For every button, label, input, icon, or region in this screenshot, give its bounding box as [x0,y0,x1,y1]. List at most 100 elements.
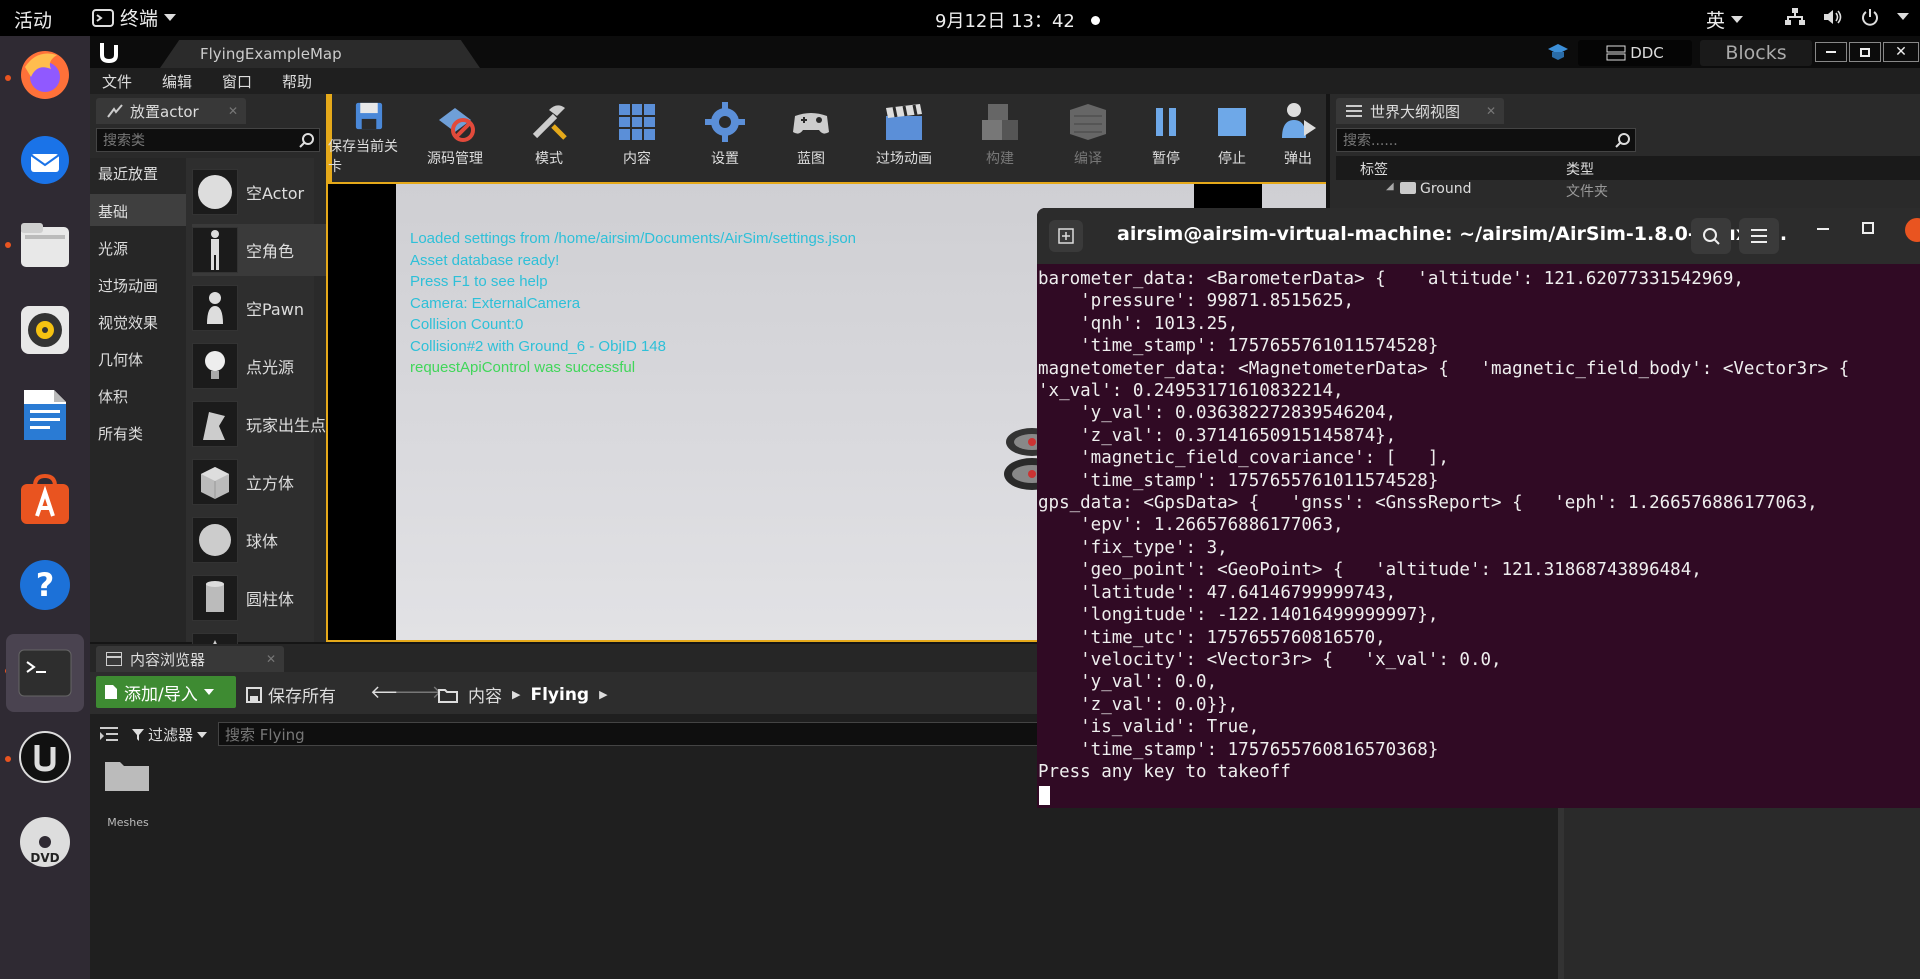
folder-meshes[interactable]: Meshes [98,758,158,838]
running-indicator [5,242,11,248]
app-menu[interactable]: 终端 [92,4,177,31]
close-tab-icon[interactable]: ✕ [266,652,276,666]
chevron-down-icon [164,13,177,21]
category-lights[interactable]: 光源 [98,238,128,259]
breadcrumb-content[interactable]: 内容 [468,682,502,707]
save-level-button[interactable]: 保存当前关卡 [328,96,410,176]
cylinder-thumb-icon [192,575,238,621]
menu-edit[interactable]: 编辑 [162,71,192,92]
cinematics-button[interactable]: 过场动画 [856,96,952,176]
unreal-icon[interactable] [14,726,76,788]
unreal-logo-icon [100,43,118,64]
system-menu[interactable] [1785,8,1909,26]
menu-file[interactable]: 文件 [102,71,132,92]
eject-button[interactable]: 弹出 [1268,96,1328,176]
blueprints-button[interactable]: 蓝图 [776,96,846,176]
folder-open-icon[interactable] [438,687,458,703]
terminal-line: Press any key to takeoff [1038,761,1291,782]
ue-menu-bar: 文件 编辑 窗口 帮助 [90,68,1920,94]
dvd-icon[interactable]: DVD [14,811,76,873]
input-method-indicator[interactable]: 英 [1706,6,1744,33]
terminal-menu-button[interactable] [1739,218,1779,254]
learn-icon[interactable] [1547,42,1569,62]
place-item-label: 圆柱体 [246,590,295,609]
content-browser-tab[interactable]: 内容浏览器 ✕ [96,646,284,672]
content-button[interactable]: 内容 [602,96,672,176]
maximize-button[interactable] [1849,42,1881,62]
close-button[interactable]: ✕ [1883,42,1919,62]
running-indicator [5,75,11,81]
pause-button[interactable]: 暂停 [1136,96,1196,176]
category-visual-effects[interactable]: 视觉效果 [98,312,158,333]
breadcrumb-separator-icon[interactable]: ▶ [512,688,520,701]
terminal-line: 'is_valid': True, [1038,717,1260,738]
stop-button[interactable]: 停止 [1202,96,1262,176]
rhythmbox-icon[interactable] [14,299,76,361]
terminal-line: 'z_val': 0.0}}, [1038,694,1239,715]
expand-arrow-icon[interactable]: ◢ [1386,181,1394,192]
place-actors-title: 放置actor [130,102,199,121]
column-type-header[interactable]: 类型 [1566,159,1594,179]
clock[interactable]: 9月12日 13：42 [935,7,1100,33]
menu-window[interactable]: 窗口 [222,71,252,92]
menu-help[interactable]: 帮助 [282,71,312,92]
category-geometry[interactable]: 几何体 [98,349,143,370]
notification-dot [1090,15,1100,25]
category-cinematic[interactable]: 过场动画 [98,275,158,296]
breadcrumb-flying[interactable]: Flying [530,685,589,705]
outliner-row-ground[interactable]: ◢ Ground 文件夹 [1336,180,1920,202]
category-recent[interactable]: 最近放置 [98,163,158,184]
terminal-search-button[interactable] [1691,218,1731,254]
chevron-down-icon [1731,15,1744,23]
outliner-row-type: 文件夹 [1566,184,1608,200]
category-volumes[interactable]: 体积 [98,386,128,407]
writer-icon[interactable] [14,384,76,446]
close-tab-icon[interactable]: ✕ [1486,104,1496,118]
help-icon[interactable]: ? [14,554,76,616]
files-icon[interactable] [14,214,76,276]
modes-button[interactable]: 模式 [508,96,590,176]
save-all-button[interactable]: 保存所有 [246,682,336,707]
world-outliner-tab[interactable]: 世界大纲视图 ✕ [1336,98,1504,124]
forward-arrow-icon[interactable]: 🡒 [394,682,442,703]
terminal-icon[interactable] [6,634,84,712]
minimize-button[interactable] [1815,42,1847,62]
settings-label: 设置 [711,151,739,167]
category-all-classes[interactable]: 所有类 [98,423,143,444]
folder-icon [105,762,149,791]
terminal-close-button[interactable] [1905,218,1920,242]
log-line: Press F1 to see help [410,273,548,290]
app-center-icon[interactable] [14,469,76,531]
close-tab-icon[interactable]: ✕ [228,104,238,118]
place-actors-tab[interactable]: 放置actor ✕ [96,98,246,124]
eject-icon [1282,103,1316,138]
log-line: Collision#2 with Ground_6 - ObjID 148 [410,337,666,355]
activities-button[interactable]: 活动 [14,6,52,33]
input-method-label: 英 [1706,10,1726,32]
terminal-output[interactable]: barometer_data: <BarometerData> { 'altit… [1038,268,1849,783]
add-import-button[interactable]: 添加/导入 [96,676,236,708]
terminal-minimize-button[interactable] [1817,228,1829,230]
search-classes-input[interactable]: 搜索类 [96,128,320,152]
firefox-icon[interactable] [14,44,76,106]
search-classes-placeholder: 搜索类 [103,133,145,149]
terminal-maximize-button[interactable] [1862,222,1874,234]
column-label-header[interactable]: 标签 [1360,159,1388,179]
sphere-thumb-icon [192,169,238,215]
terminal-line: 'latitude': 47.64146799999743, [1038,582,1397,603]
breadcrumb-separator-icon[interactable]: ▶ [599,688,607,701]
build-button[interactable]: 构建 [960,96,1040,176]
outliner-header: 标签 类型 [1336,156,1920,180]
outliner-search-input[interactable]: 搜索...... [1336,128,1636,152]
settings-button[interactable]: 设置 [686,96,764,176]
map-tab[interactable]: FlyingExampleMap [160,40,480,68]
new-tab-button[interactable] [1049,220,1083,252]
ddc-indicator[interactable]: DDC [1578,40,1692,66]
source-control-button[interactable]: 源码管理 [414,96,496,176]
compile-button[interactable]: 编译 [1048,96,1128,176]
viewport-log: Loaded settings from /home/airsim/Docume… [410,228,856,379]
sources-toggle-icon[interactable] [100,726,118,742]
thunderbird-icon[interactable] [14,129,76,191]
filters-button[interactable]: 过滤器 [132,724,208,745]
category-basic[interactable]: 基础 [98,201,128,222]
